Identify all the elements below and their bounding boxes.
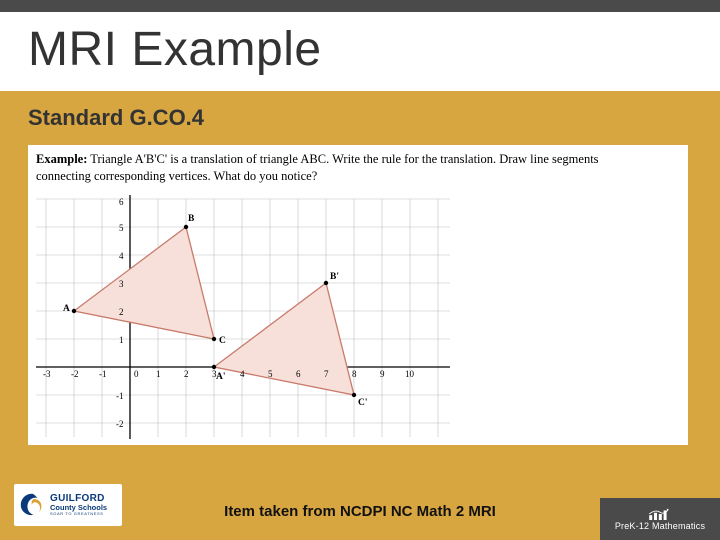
example-prefix: Example: — [36, 152, 87, 166]
svg-text:C': C' — [358, 398, 368, 408]
svg-text:4: 4 — [240, 369, 245, 379]
svg-text:-1: -1 — [99, 369, 107, 379]
svg-text:3: 3 — [212, 369, 217, 379]
slide-title: MRI Example — [28, 22, 692, 77]
svg-text:1: 1 — [156, 369, 161, 379]
svg-text:4: 4 — [119, 251, 124, 261]
item-source-caption: Item taken from NCDPI NC Math 2 MRI — [224, 503, 496, 520]
svg-text:-2: -2 — [71, 369, 79, 379]
svg-text:2: 2 — [184, 369, 189, 379]
svg-text:-1: -1 — [116, 391, 124, 401]
example-line-1: Triangle A'B'C' is a translation of tria… — [90, 152, 598, 166]
svg-text:8: 8 — [352, 369, 357, 379]
svg-text:1: 1 — [119, 335, 124, 345]
svg-text:0: 0 — [134, 369, 139, 379]
svg-text:A: A — [63, 304, 70, 314]
example-block: Example: Triangle A'B'C' is a translatio… — [28, 145, 688, 445]
top-accent-bar — [0, 0, 720, 12]
logo-line-2: County Schools — [50, 504, 107, 512]
standard-subtitle: Standard G.CO.4 — [28, 105, 692, 131]
svg-text:3: 3 — [119, 279, 124, 289]
department-label: PreK-12 Mathematics — [615, 521, 705, 531]
title-area: MRI Example — [0, 12, 720, 91]
district-logo: GUILFORD County Schools SOAR TO GREATNES… — [14, 484, 122, 526]
svg-text:C: C — [219, 336, 226, 346]
example-prompt: Example: Triangle A'B'C' is a translatio… — [28, 145, 688, 191]
content-area: Standard G.CO.4 Example: Triangle A'B'C'… — [0, 91, 720, 445]
logo-swirl-icon — [18, 491, 46, 519]
department-badge: PreK-12 Mathematics — [600, 498, 720, 540]
svg-text:-3: -3 — [43, 369, 51, 379]
graph-container: A B C A' B' C' -3 -2 -1 0 1 2 3 4 5 6 7 8 9 10 1… — [28, 191, 458, 445]
footer: GUILFORD County Schools SOAR TO GREATNES… — [0, 476, 720, 540]
svg-text:7: 7 — [324, 369, 329, 379]
svg-text:6: 6 — [296, 369, 301, 379]
logo-tagline: SOAR TO GREATNESS — [50, 512, 107, 516]
example-line-2: connecting corresponding vertices. What … — [36, 169, 317, 183]
svg-text:5: 5 — [268, 369, 273, 379]
bar-chart-icon — [648, 507, 672, 521]
svg-text:9: 9 — [380, 369, 385, 379]
svg-text:A': A' — [216, 372, 226, 382]
svg-text:-2: -2 — [116, 419, 124, 429]
svg-text:10: 10 — [405, 369, 415, 379]
svg-text:5: 5 — [119, 223, 124, 233]
svg-text:B: B — [188, 214, 195, 224]
coordinate-graph: A B C A' B' C' -3 -2 -1 0 1 2 3 4 5 6 7 8 9 10 1… — [30, 193, 456, 443]
svg-text:6: 6 — [119, 197, 124, 207]
svg-text:B': B' — [330, 272, 339, 282]
svg-text:2: 2 — [119, 307, 124, 317]
